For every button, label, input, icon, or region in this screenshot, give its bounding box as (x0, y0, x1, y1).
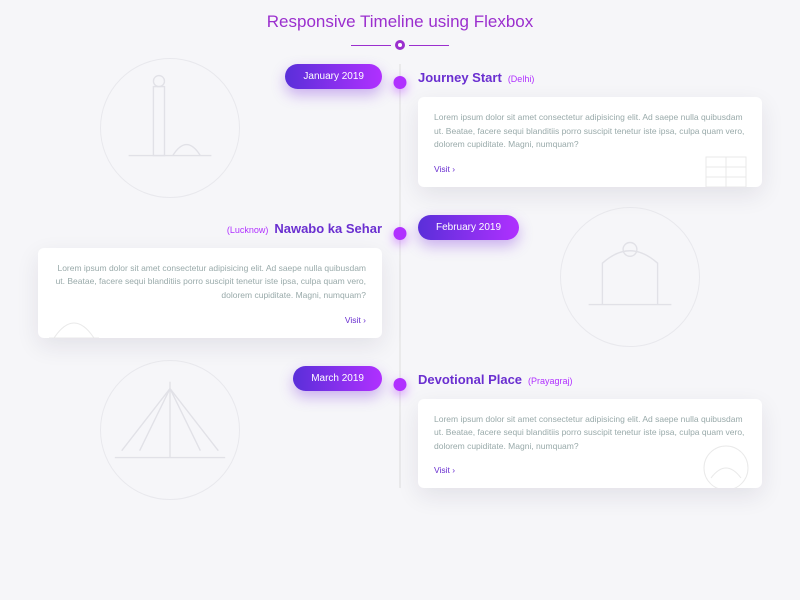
bg-illustration-circle (560, 207, 700, 347)
timeline-left-side: Nawabo ka Sehar (Lucknow) Lorem ipsum do… (20, 215, 400, 338)
date-pill: March 2019 (293, 366, 382, 391)
date-pill: January 2019 (285, 64, 382, 89)
entry-location: (Delhi) (508, 74, 535, 84)
entry-title: Nawabo ka Sehar (274, 221, 382, 236)
entry-card: Lorem ipsum dolor sit amet consectetur a… (418, 97, 762, 187)
card-illustration-icon (696, 137, 756, 187)
timeline: January 2019 Journey Start (Delhi) Lorem… (20, 64, 780, 488)
entry-heading: Devotional Place (Prayagraj) (418, 372, 573, 387)
timeline-node-icon (394, 227, 407, 240)
timeline-right-side: Journey Start (Delhi) Lorem ipsum dolor … (400, 64, 780, 187)
entry-title: Journey Start (418, 70, 502, 85)
card-illustration-icon (44, 288, 104, 338)
card-illustration-icon (696, 438, 756, 488)
divider-line-left (351, 45, 391, 46)
timeline-node-icon (394, 76, 407, 89)
entry-card: Lorem ipsum dolor sit amet consectetur a… (418, 399, 762, 489)
entry-location: (Lucknow) (227, 225, 269, 235)
page-title: Responsive Timeline using Flexbox (0, 0, 800, 32)
divider-dot-icon (395, 40, 405, 50)
visit-link[interactable]: Visit › (345, 315, 366, 325)
timeline-node-icon (394, 378, 407, 391)
title-divider (0, 40, 800, 50)
visit-link[interactable]: Visit › (434, 465, 455, 475)
timeline-right-side: Devotional Place (Prayagraj) Lorem ipsum… (400, 366, 780, 489)
entry-card: Lorem ipsum dolor sit amet consectetur a… (38, 248, 382, 338)
visit-link[interactable]: Visit › (434, 164, 455, 174)
timeline-row: January 2019 Journey Start (Delhi) Lorem… (20, 64, 780, 187)
entry-heading: Nawabo ka Sehar (Lucknow) (227, 221, 382, 236)
entry-heading: Journey Start (Delhi) (418, 70, 534, 85)
timeline-row: Nawabo ka Sehar (Lucknow) Lorem ipsum do… (20, 215, 780, 338)
bg-illustration-circle (100, 58, 240, 198)
entry-title: Devotional Place (418, 372, 522, 387)
divider-line-right (409, 45, 449, 46)
date-pill: February 2019 (418, 215, 519, 240)
timeline-row: March 2019 Devotional Place (Prayagraj) … (20, 366, 780, 489)
entry-location: (Prayagraj) (528, 376, 573, 386)
bg-illustration-circle (100, 360, 240, 500)
